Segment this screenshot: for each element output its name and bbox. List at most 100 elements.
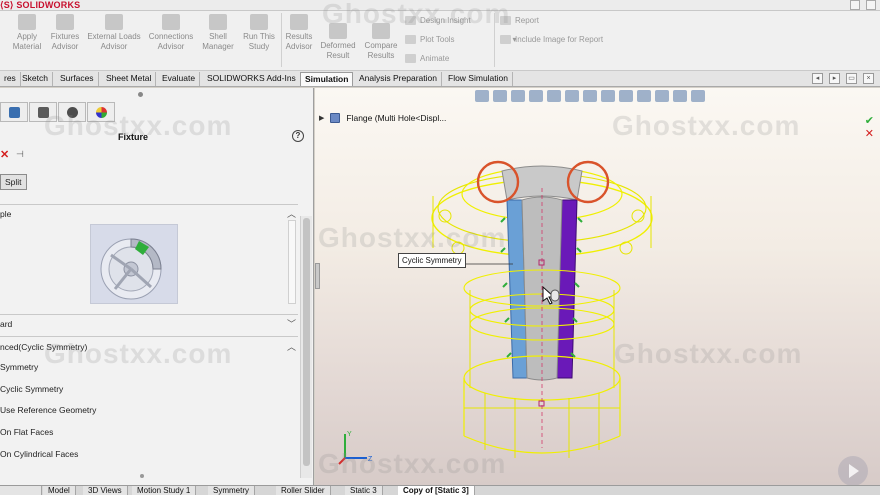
window-controls	[850, 0, 876, 11]
shell-manager-label: Shell Manager	[202, 32, 234, 51]
tab-simulation[interactable]: Simulation	[300, 72, 354, 86]
command-manager-tabs: res Sketch Surfaces Sheet Metal Evaluate…	[0, 71, 880, 87]
tab-model[interactable]: Model	[43, 486, 76, 495]
compare-results-button[interactable]: Compare Results	[361, 23, 401, 61]
tab-static-3[interactable]: Static 3	[345, 486, 383, 495]
compare-results-label: Compare Results	[364, 41, 398, 60]
thumbnail-scrollbar[interactable]	[288, 220, 296, 304]
maximize-icon[interactable]	[866, 0, 876, 10]
property-manager-title: Fixture	[118, 132, 149, 142]
option-on-cylindrical-faces[interactable]: On Cylindrical Faces	[0, 449, 78, 459]
fixtures-advisor-button[interactable]: Fixtures Advisor	[46, 14, 84, 52]
collapse-chevron-icon[interactable]: ︿	[287, 341, 296, 354]
include-image-label: Include Image for Report	[515, 35, 604, 44]
expand-chevron-icon[interactable]: ﹀	[287, 318, 296, 331]
deformed-result-button[interactable]: Deformed Result	[317, 23, 359, 61]
tab-flow-simulation[interactable]: Flow Simulation	[444, 72, 513, 86]
pin-icon[interactable]: ⊣	[16, 149, 24, 160]
tab-solidworks-add-ins[interactable]: SOLIDWORKS Add-Ins	[203, 72, 301, 86]
results-advisor-label: Results Advisor	[285, 32, 313, 51]
tab-nav-arrows[interactable]	[0, 486, 42, 495]
panel-close-icon[interactable]: ×	[863, 73, 874, 84]
tab-motion-study-1[interactable]: Motion Study 1	[132, 486, 197, 495]
help-icon[interactable]: ?	[292, 130, 304, 142]
panel-resize-grip-icon[interactable]	[140, 474, 144, 478]
standard-group-header[interactable]: ard ﹀	[0, 318, 298, 332]
option-symmetry[interactable]: Symmetry	[0, 362, 38, 372]
minimize-icon[interactable]	[850, 0, 860, 10]
plot-tools-label: Plot Tools	[420, 35, 455, 44]
results-icon	[290, 14, 308, 30]
coordinate-triad: Y Z	[338, 431, 373, 465]
results-advisor-button[interactable]: Results Advisor	[283, 14, 315, 52]
tab-3d-views[interactable]: 3D Views	[83, 486, 128, 495]
graphics-area[interactable]: ▶ Flange (Multi Hole<Displ... ✔ ✕ Cyclic…	[315, 88, 880, 485]
option-use-reference-geometry[interactable]: Use Reference Geometry	[0, 405, 96, 415]
cyclic-symmetry-callout[interactable]: Cyclic Symmetry	[398, 253, 466, 268]
fixtures-advisor-label: Fixtures Advisor	[50, 32, 80, 51]
ribbon-separator	[494, 13, 495, 67]
feature-manager-tab[interactable]	[0, 102, 28, 122]
animate-button[interactable]: Animate	[405, 54, 449, 63]
solidworks-window: ⟨S⟩ SOLIDWORKS Apply Material Fixtures A…	[0, 0, 880, 495]
run-study-button[interactable]: Run This Study	[239, 14, 279, 52]
design-insight-button[interactable]: Design Insight	[405, 16, 471, 25]
advanced-group-header[interactable]: nced(Cyclic Symmetry) ︿	[0, 341, 298, 355]
option-cyclic-symmetry[interactable]: Cyclic Symmetry	[0, 384, 63, 394]
panel-collapse-handle[interactable]	[315, 263, 320, 289]
property-manager-scrollbar[interactable]	[300, 216, 312, 478]
triad-y-label: Y	[347, 431, 352, 438]
connections-icon	[162, 14, 180, 30]
tab-sketch[interactable]: Sketch	[18, 72, 53, 86]
panel-float-icon[interactable]: ▭	[846, 73, 857, 84]
plot-tools-icon	[405, 35, 416, 44]
tab-evaluate[interactable]: Evaluate	[158, 72, 201, 86]
design-insight-icon	[405, 16, 416, 25]
manager-tabs	[0, 102, 116, 122]
scrollbar-thumb[interactable]	[303, 218, 310, 466]
report-button[interactable]: Report	[500, 16, 539, 25]
triad-z-label: Z	[368, 456, 373, 463]
option-on-flat-faces[interactable]: On Flat Faces	[0, 427, 53, 437]
configuration-manager-tab[interactable]	[58, 102, 86, 122]
run-study-label: Run This Study	[243, 32, 275, 51]
pulley-preview-image	[100, 238, 162, 300]
tab-sheet-metal[interactable]: Sheet Metal	[102, 72, 157, 86]
load-icon	[105, 14, 123, 30]
title-bar: ⟨S⟩ SOLIDWORKS	[0, 0, 880, 11]
tab-copy-of-static-3[interactable]: Copy of [Static 3]	[398, 486, 475, 495]
apply-material-button[interactable]: Apply Material	[8, 14, 46, 52]
property-manager-panel: Fixture ? ✕ ⊣ Split ple ︿ ard ﹀ nced(Cyc…	[0, 88, 314, 485]
material-icon	[18, 14, 36, 30]
solidworks-logo[interactable]: ⟨S⟩ SOLIDWORKS	[0, 0, 80, 11]
tab-roller-slider[interactable]: Roller Slider	[276, 486, 331, 495]
model-viewport[interactable]	[315, 88, 880, 485]
shell-icon	[209, 14, 227, 30]
deformed-icon	[329, 23, 347, 39]
divider	[0, 336, 298, 337]
apply-material-label: Apply Material	[12, 32, 42, 51]
divider	[0, 204, 298, 205]
property-manager-tab[interactable]	[29, 102, 57, 122]
tab-symmetry[interactable]: Symmetry	[208, 486, 255, 495]
tab-bar-icons: ◂ ▸ ▭ ×	[812, 73, 874, 84]
shell-manager-button[interactable]: Shell Manager	[199, 14, 237, 52]
report-icon	[500, 16, 511, 25]
animate-icon	[405, 54, 416, 63]
example-group-header[interactable]: ple ︿	[0, 208, 298, 222]
display-manager-tab[interactable]	[87, 102, 115, 122]
panel-grip-icon[interactable]	[138, 92, 143, 97]
tab-surfaces[interactable]: Surfaces	[56, 72, 99, 86]
design-insight-label: Design Insight	[420, 16, 471, 25]
tab-analysis-preparation[interactable]: Analysis Preparation	[355, 72, 442, 86]
include-image-button[interactable]: Include Image for Report	[500, 35, 603, 44]
external-loads-advisor-button[interactable]: External Loads Advisor	[85, 14, 143, 52]
panel-right-icon[interactable]: ▸	[829, 73, 840, 84]
animate-label: Animate	[420, 54, 450, 63]
connections-advisor-button[interactable]: Connections Advisor	[145, 14, 197, 52]
split-button[interactable]: Split	[0, 174, 27, 190]
panel-left-icon[interactable]: ◂	[812, 73, 823, 84]
cancel-icon[interactable]: ✕	[0, 148, 9, 161]
ribbon-separator	[281, 13, 282, 67]
play-icon[interactable]	[838, 456, 868, 486]
